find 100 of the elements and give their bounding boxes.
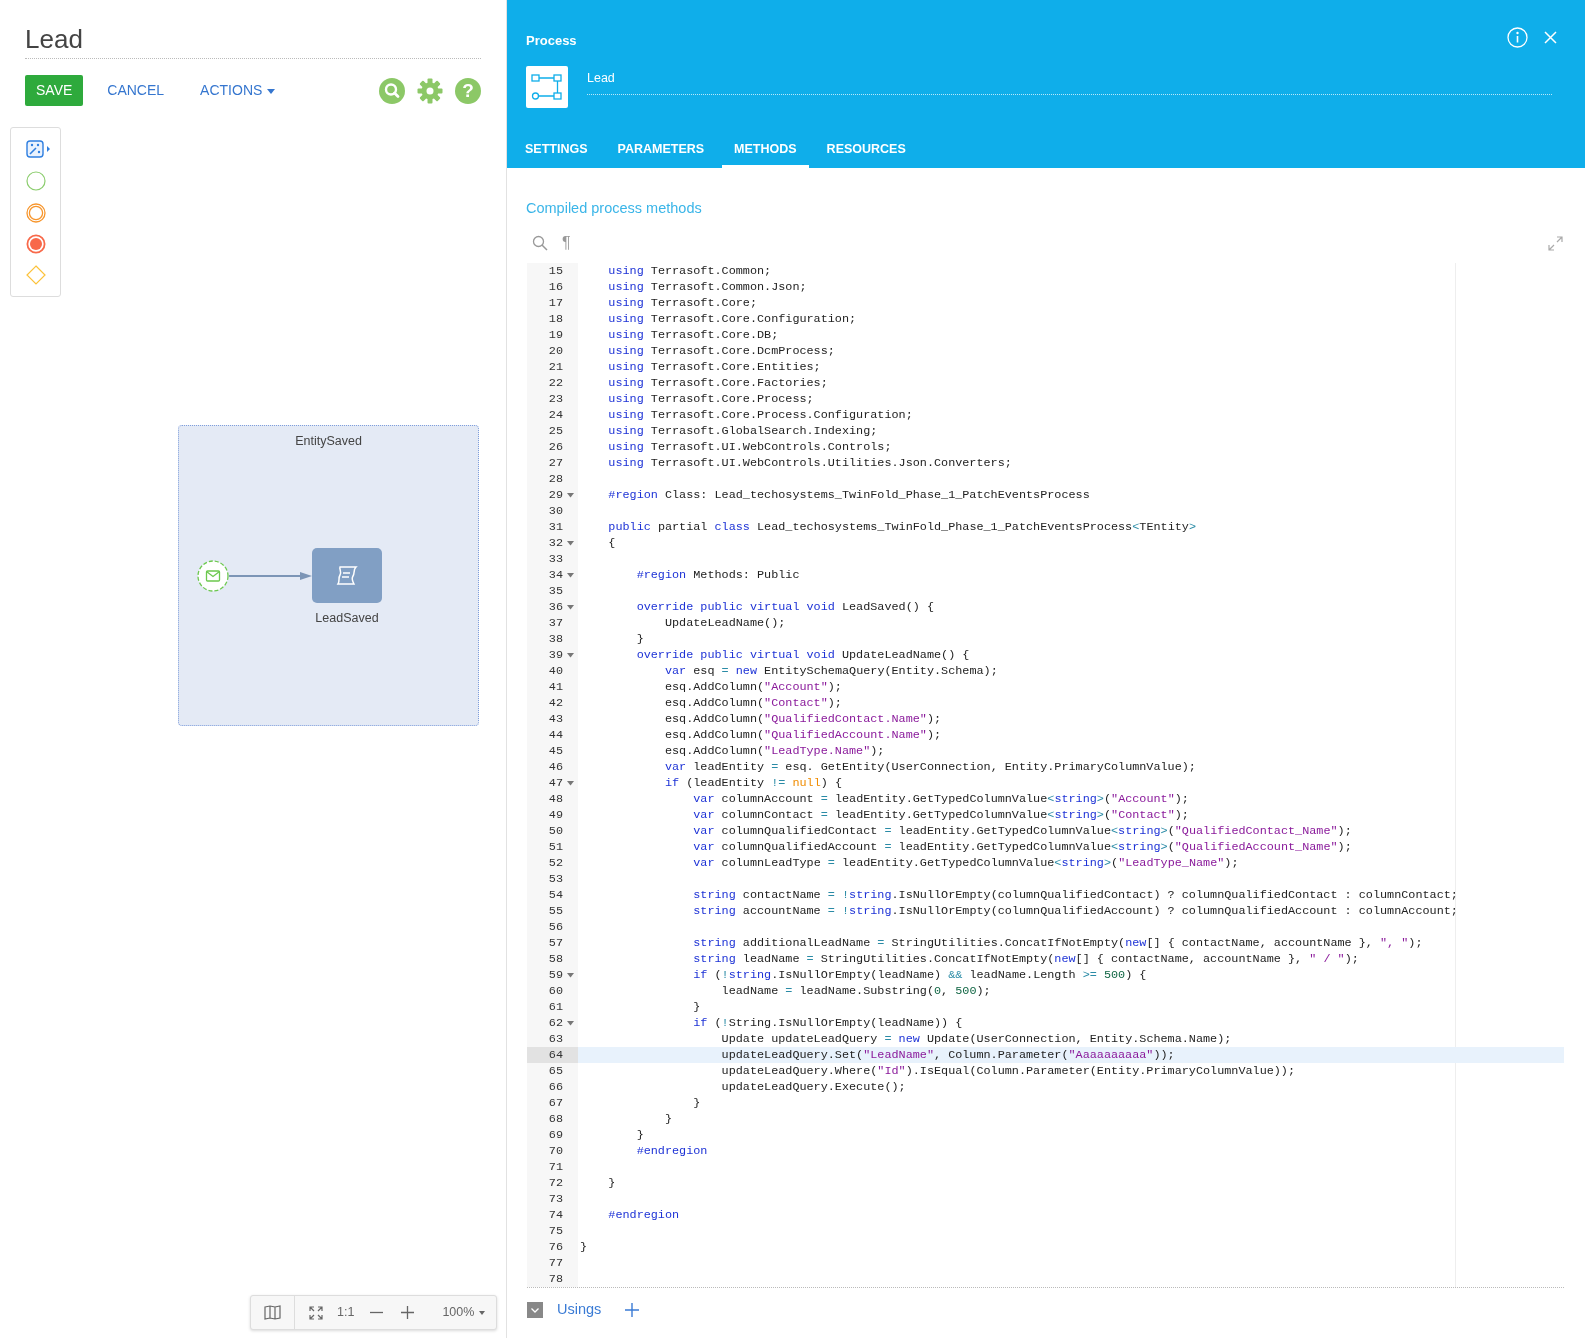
fold-caret-icon[interactable]	[567, 780, 574, 786]
search-icon[interactable]	[532, 235, 548, 251]
tab[interactable]: RESOURCES	[814, 140, 918, 168]
line-number: 78	[547, 1271, 563, 1287]
line-number: 56	[547, 919, 563, 935]
code-line: public partial class Lead_techosystems_TwinFold_Phase_1_PatchEventsProcess<TEntity>	[607, 519, 1197, 535]
line-number: 26	[547, 439, 563, 455]
line-number: 73	[547, 1191, 563, 1207]
format-marks-button[interactable]: ¶	[562, 231, 571, 255]
script-task-node[interactable]	[312, 548, 382, 603]
tab[interactable]: PARAMETERS	[605, 140, 717, 168]
code-line: var columnAccount = leadEntity.GetTypedColumnValue<string>("Account");	[692, 791, 1190, 807]
fold-caret-icon[interactable]	[567, 572, 574, 578]
line-number: 33	[547, 551, 563, 567]
code-line: if (leadEntity != null) {	[663, 775, 843, 791]
fit-to-screen-icon[interactable]	[309, 1305, 323, 1320]
line-number: 74	[547, 1207, 563, 1223]
line-number: 24	[547, 407, 563, 423]
code-line: {	[607, 535, 617, 551]
line-number: 42	[547, 695, 563, 711]
code-line: updateLeadQuery.Where("Id").IsEqual(Column.Parameter(Entity.PrimaryColumnValue));	[720, 1063, 1297, 1079]
zoom-in-icon[interactable]	[401, 1306, 415, 1319]
code-line: esq.AddColumn("LeadType.Name");	[663, 743, 886, 759]
line-number: 50	[547, 823, 563, 839]
save-button[interactable]: SAVE	[25, 75, 84, 106]
line-number: 36	[547, 599, 563, 615]
process-name-field[interactable]: Lead	[587, 69, 1552, 95]
line-number: 69	[547, 1127, 563, 1143]
help-button[interactable]: ?	[455, 77, 481, 104]
code-line: using Terrasoft.Core.DcmProcess;	[607, 343, 836, 359]
line-number: 30	[547, 503, 563, 519]
line-number: 45	[547, 743, 563, 759]
fold-caret-icon[interactable]	[567, 492, 574, 498]
end-event-icon[interactable]	[26, 234, 46, 254]
tab[interactable]: METHODS	[722, 140, 809, 168]
line-number: 48	[547, 791, 563, 807]
fold-caret-icon[interactable]	[567, 972, 574, 978]
code-line: using Terrasoft.GlobalSearch.Indexing;	[607, 423, 879, 439]
fold-caret-icon[interactable]	[567, 540, 574, 546]
code-line: using Terrasoft.Core.Factories;	[607, 375, 829, 391]
line-number: 59	[547, 967, 563, 983]
code-line: #region Class: Lead_techosystems_TwinFold_Phase_1_PatchEventsProcess	[607, 487, 1091, 503]
line-number: 17	[547, 295, 563, 311]
line-number: 61	[547, 999, 563, 1015]
code-line: }	[607, 1175, 617, 1191]
line-number: 23	[547, 391, 563, 407]
line-number: 66	[547, 1079, 563, 1095]
map-icon[interactable]	[264, 1305, 281, 1320]
code-line: esq.AddColumn("QualifiedContact.Name");	[663, 711, 943, 727]
code-line: var columnLeadType = leadEntity.GetTypedColumnValue<string>("LeadType_Name");	[692, 855, 1240, 871]
line-number: 72	[547, 1175, 563, 1191]
line-number: 63	[547, 1031, 563, 1047]
code-line: var esq = new EntitySchemaQuery(Entity.Schema);	[663, 663, 999, 679]
line-number: 31	[547, 519, 563, 535]
close-icon[interactable]	[1544, 31, 1557, 44]
collapse-toggle-icon[interactable]	[527, 1301, 543, 1318]
line-number: 29	[547, 487, 563, 503]
line-number: 64	[547, 1047, 563, 1063]
scroll-icon	[334, 563, 360, 588]
code-line: using Terrasoft.UI.WebControls.Utilities.Json.Converters;	[607, 455, 1013, 471]
actual-size-button[interactable]: 1:1	[331, 1303, 361, 1322]
line-number: 76	[547, 1239, 563, 1255]
code-line: esq.AddColumn("Contact");	[663, 695, 843, 711]
code-line: updateLeadQuery.Execute();	[720, 1079, 907, 1095]
zoom-level-dropdown[interactable]: 100%	[436, 1303, 492, 1322]
actions-dropdown[interactable]: ACTIONS	[190, 75, 286, 106]
search-icon[interactable]	[379, 77, 405, 104]
line-number: 38	[547, 631, 563, 647]
message-start-event[interactable]	[197, 560, 229, 592]
cancel-button[interactable]: CANCEL	[97, 75, 175, 106]
line-number: 35	[547, 583, 563, 599]
tab[interactable]: SETTINGS	[513, 140, 600, 168]
code-line: }	[692, 1095, 702, 1111]
intermediate-event-icon[interactable]	[26, 203, 46, 223]
expand-icon[interactable]	[1548, 235, 1563, 251]
info-icon[interactable]	[1507, 27, 1528, 48]
code-line: using Terrasoft.Core.DB;	[607, 327, 780, 343]
fold-caret-icon[interactable]	[567, 604, 574, 610]
code-line: string additionalLeadName = StringUtilities.ConcatIfNotEmpty(new[] { contactName, accountName }, ", ");	[692, 935, 1424, 951]
panel-title: Process	[526, 32, 577, 50]
page-title: Lead	[25, 22, 481, 59]
connector-arrow[interactable]	[229, 571, 312, 581]
line-number: 18	[547, 311, 563, 327]
line-number: 27	[547, 455, 563, 471]
code-line: string leadName = StringUtilities.ConcatIfNotEmpty(new[] { contactName, accountName }, " / ");	[692, 951, 1360, 967]
line-number: 75	[547, 1223, 563, 1239]
add-icon[interactable]	[625, 1302, 640, 1317]
line-number: 58	[547, 951, 563, 967]
start-event-icon[interactable]	[26, 171, 46, 191]
fold-caret-icon[interactable]	[567, 1020, 574, 1026]
line-number: 67	[547, 1095, 563, 1111]
usings-link[interactable]: Usings	[557, 1299, 602, 1321]
code-line: if (!string.IsNullOrEmpty(leadName) && leadName.Length >= 500) {	[692, 967, 1148, 983]
settings-icon[interactable]	[417, 77, 443, 104]
wizard-icon[interactable]	[26, 140, 51, 158]
line-number: 37	[547, 615, 563, 631]
code-line: string accountName = !string.IsNullOrEmpty(columnQualifiedAccount) ? columnQualifiedAccount : columnAccount;	[692, 903, 1459, 919]
fold-caret-icon[interactable]	[567, 652, 574, 658]
line-number: 32	[547, 535, 563, 551]
line-number: 52	[547, 855, 563, 871]
